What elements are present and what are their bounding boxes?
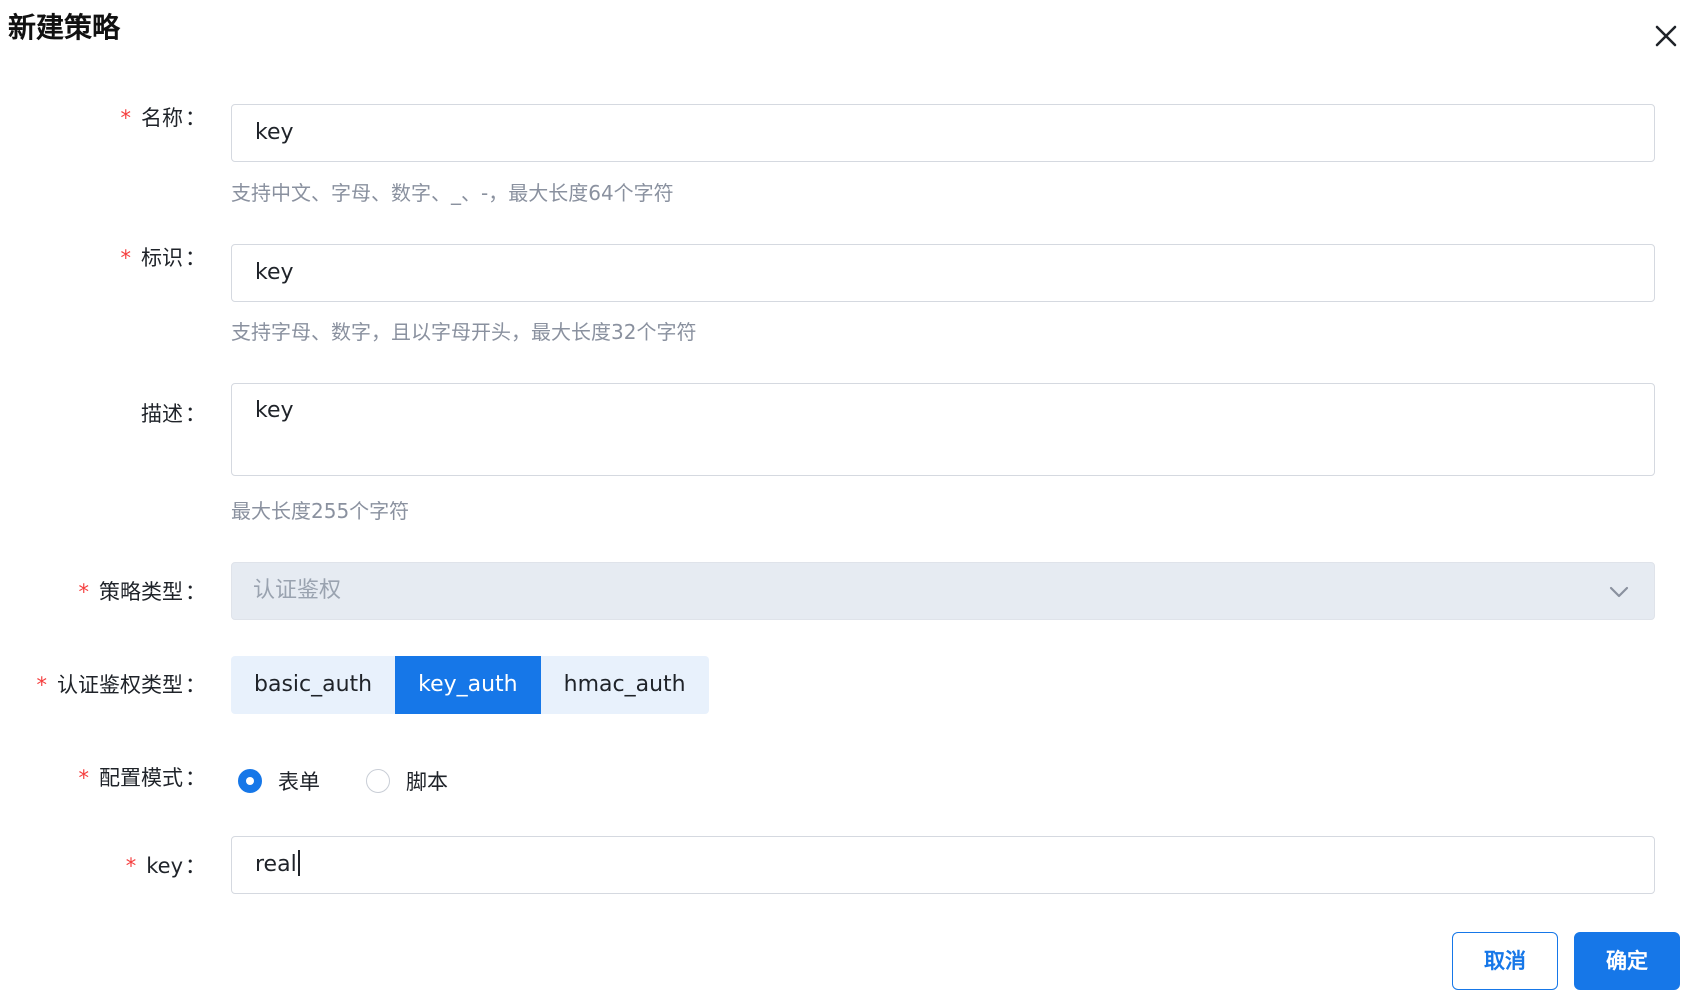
required-mark: * (120, 106, 132, 130)
key-input[interactable]: real (231, 836, 1655, 894)
chevron-down-icon (1609, 586, 1629, 598)
colon: ： (185, 106, 206, 130)
key-input-value: real (255, 852, 297, 877)
key-label-text: key (146, 854, 183, 878)
required-mark: * (78, 580, 90, 604)
required-mark: * (36, 673, 48, 697)
auth-type-option-basic-auth[interactable]: basic_auth (231, 656, 395, 714)
description-label-text: 描述 (141, 402, 183, 426)
name-hint: 支持中文、字母、数字、_、-，最大长度64个字符 (231, 181, 674, 205)
required-mark: * (120, 246, 132, 270)
name-label-text: 名称 (141, 106, 183, 130)
identifier-label: * 标识： (121, 244, 207, 272)
colon: ： (185, 580, 206, 604)
config-mode-radio-group: 表单 脚本 (238, 766, 494, 796)
colon: ： (185, 402, 206, 426)
policy-type-value: 认证鉴权 (253, 578, 342, 603)
radio-form[interactable]: 表单 (238, 766, 320, 796)
policy-type-label: * 策略类型： (79, 578, 207, 606)
colon: ： (185, 673, 206, 697)
auth-type-option-key-auth[interactable]: key_auth (395, 656, 541, 714)
dialog-title: 新建策略 (8, 11, 121, 44)
colon: ： (185, 766, 206, 790)
description-value: key (255, 398, 294, 423)
radio-script-label: 脚本 (406, 770, 448, 794)
identifier-input[interactable]: key (231, 244, 1655, 302)
description-hint: 最大长度255个字符 (231, 499, 410, 523)
identifier-hint: 支持字母、数字，且以字母开头，最大长度32个字符 (231, 320, 697, 344)
radio-form-label: 表单 (278, 770, 320, 794)
radio-checked-icon (238, 769, 262, 793)
identifier-input-value: key (255, 260, 294, 285)
colon: ： (185, 854, 206, 878)
config-mode-label-text: 配置模式 (99, 766, 183, 790)
name-input-value: key (255, 120, 294, 145)
radio-script[interactable]: 脚本 (366, 766, 448, 796)
key-label: * key： (126, 852, 206, 880)
required-mark: * (78, 766, 90, 790)
policy-type-select[interactable]: 认证鉴权 (231, 562, 1655, 620)
ok-button[interactable]: 确定 (1574, 932, 1680, 990)
required-mark: * (125, 854, 137, 878)
auth-type-option-hmac-auth[interactable]: hmac_auth (541, 656, 709, 714)
description-textarea[interactable]: key (231, 383, 1655, 476)
config-mode-label: * 配置模式： (79, 764, 207, 792)
text-caret (297, 850, 300, 876)
auth-type-label-text: 认证鉴权类型 (57, 673, 183, 697)
auth-type-segmented: basic_auth key_auth hmac_auth (231, 656, 709, 714)
radio-unchecked-icon (366, 769, 390, 793)
name-input[interactable]: key (231, 104, 1655, 162)
auth-type-label: * 认证鉴权类型： (37, 671, 207, 699)
close-icon[interactable] (1648, 18, 1684, 54)
identifier-label-text: 标识 (141, 246, 183, 270)
description-label: 描述： (141, 400, 206, 428)
name-label: * 名称： (121, 104, 207, 132)
cancel-button[interactable]: 取消 (1452, 932, 1558, 990)
colon: ： (185, 246, 206, 270)
policy-type-label-text: 策略类型 (99, 580, 183, 604)
